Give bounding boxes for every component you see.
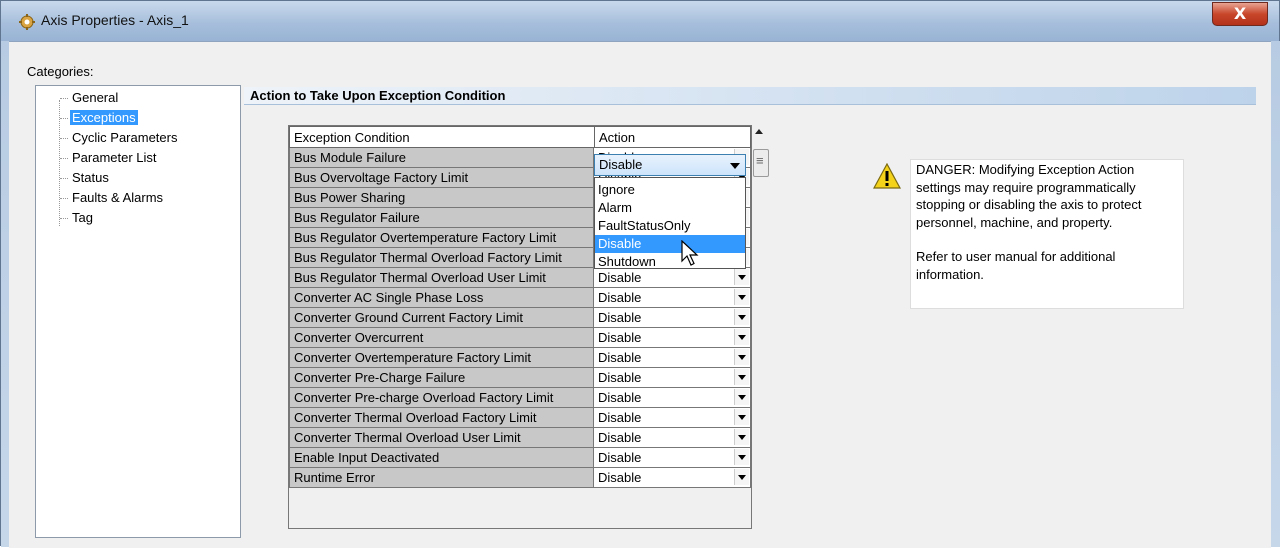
exception-condition-cell: Enable Input Deactivated [289,448,594,468]
chevron-down-icon[interactable] [734,269,749,285]
exception-condition-cell: Runtime Error [289,468,594,488]
exception-condition-cell: Bus Overvoltage Factory Limit [289,168,594,188]
axis-gear-icon [19,14,35,30]
action-select[interactable]: Disable [594,348,751,368]
exception-condition-cell: Converter Overtemperature Factory Limit [289,348,594,368]
chevron-down-icon[interactable] [730,163,740,169]
action-select-active[interactable]: Disable [594,154,746,176]
action-select[interactable]: Disable [594,308,751,328]
window-frame-left [1,41,9,547]
tree-item-tag[interactable]: Tag [60,209,95,227]
action-value: Disable [598,350,642,365]
chevron-down-icon[interactable] [734,449,749,465]
grid-scrollbar[interactable] [752,125,770,529]
action-value: Disable [598,470,642,485]
chevron-down-icon[interactable] [734,429,749,445]
table-row[interactable]: Runtime Error Disable [289,468,751,488]
action-select-value: Disable [599,157,643,172]
exception-condition-cell: Converter Thermal Overload User Limit [289,428,594,448]
action-select[interactable]: Disable [594,428,751,448]
action-select[interactable]: Disable [594,288,751,308]
tree-item-cyclic-parameters[interactable]: Cyclic Parameters [60,129,179,147]
chevron-down-icon[interactable] [734,389,749,405]
close-icon: X [1233,4,1247,23]
dropdown-option-alarm[interactable]: Alarm [595,199,745,217]
action-select[interactable]: Disable [594,388,751,408]
exception-condition-cell: Converter Pre-Charge Failure [289,368,594,388]
exception-condition-cell: Bus Regulator Overtemperature Factory Li… [289,228,594,248]
action-select[interactable]: Disable [594,448,751,468]
dropdown-option-faultstatusonly[interactable]: FaultStatusOnly [595,217,745,235]
scroll-thumb[interactable] [753,149,769,177]
action-select[interactable]: Disable [594,468,751,488]
exception-condition-cell: Converter Thermal Overload Factory Limit [289,408,594,428]
action-value: Disable [598,310,642,325]
chevron-down-icon[interactable] [734,309,749,325]
title-bar[interactable]: Axis Properties - Axis_1 X [1,1,1279,41]
table-row[interactable]: Bus Regulator Thermal Overload User Limi… [289,268,751,288]
table-row[interactable]: Converter Thermal Overload User Limit Dis… [289,428,751,448]
table-row[interactable]: Converter AC Single Phase Loss Disable [289,288,751,308]
section-header: Action to Take Upon Exception Condition [244,87,1256,105]
chevron-down-icon[interactable] [734,329,749,345]
chevron-down-icon[interactable] [734,369,749,385]
window-title: Axis Properties - Axis_1 [41,12,189,28]
action-value: Disable [598,430,642,445]
exception-condition-cell: Converter Overcurrent [289,328,594,348]
tree-item-exceptions[interactable]: Exceptions [60,109,138,127]
column-header-action[interactable]: Action [594,126,751,148]
table-row[interactable]: Converter Overcurrent Disable [289,328,751,348]
action-dropdown-list[interactable]: Ignore Alarm FaultStatusOnly Disable Shu… [594,177,746,269]
action-select[interactable]: Disable [594,268,751,288]
window-frame-right [1271,41,1280,547]
action-select[interactable]: Disable [594,368,751,388]
chevron-down-icon[interactable] [734,289,749,305]
action-value: Disable [598,290,642,305]
categories-tree[interactable]: General Exceptions Cyclic Parameters Par… [35,85,241,538]
tree-item-faults-alarms[interactable]: Faults & Alarms [60,189,165,207]
warning-message: DANGER: Modifying Exception Action setti… [916,161,1180,283]
action-select[interactable]: Disable [594,328,751,348]
grid-header: Exception Condition Action [289,126,751,148]
exception-condition-cell: Bus Power Sharing [289,188,594,208]
mouse-pointer-icon [681,240,699,266]
exception-condition-cell: Converter AC Single Phase Loss [289,288,594,308]
tree-item-parameter-list[interactable]: Parameter List [60,149,159,167]
warning-text-danger: DANGER: Modifying Exception Action setti… [916,162,1142,230]
categories-label: Categories: [27,64,94,79]
dropdown-option-ignore[interactable]: Ignore [595,181,745,199]
table-row[interactable]: Converter Overtemperature Factory Limit D… [289,348,751,368]
column-header-exception-condition[interactable]: Exception Condition [289,126,595,148]
action-value: Disable [598,370,642,385]
table-row[interactable]: Converter Pre-charge Overload Factory Li… [289,388,751,408]
tree-item-status[interactable]: Status [60,169,111,187]
exception-condition-cell: Bus Regulator Failure [289,208,594,228]
action-value: Disable [598,330,642,345]
exception-condition-cell: Bus Regulator Thermal Overload User Limi… [289,268,594,288]
scroll-up-arrow-icon[interactable] [755,129,763,134]
exception-condition-cell: Bus Regulator Thermal Overload Factory L… [289,248,594,268]
action-value: Disable [598,390,642,405]
chevron-down-icon[interactable] [734,469,749,485]
action-value: Disable [598,450,642,465]
tree-item-general[interactable]: General [60,89,120,107]
dropdown-option-shutdown[interactable]: Shutdown [595,253,745,271]
axis-properties-window: Axis Properties - Axis_1 X Categories: G… [0,0,1280,548]
action-select[interactable]: Disable [594,408,751,428]
chevron-down-icon[interactable] [734,349,749,365]
exception-condition-cell: Converter Ground Current Factory Limit [289,308,594,328]
table-row[interactable]: Enable Input Deactivated Disable [289,448,751,468]
dropdown-option-disable[interactable]: Disable [595,235,745,253]
close-button[interactable]: X [1212,2,1268,26]
table-row[interactable]: Converter Ground Current Factory Limit Di… [289,308,751,328]
warning-text-refer: Refer to user manual for additional info… [916,249,1116,282]
chevron-down-icon[interactable] [734,409,749,425]
table-row[interactable]: Converter Pre-Charge Failure Disable [289,368,751,388]
action-value: Disable [598,410,642,425]
table-row[interactable]: Converter Thermal Overload Factory Limit… [289,408,751,428]
exception-condition-cell: Converter Pre-charge Overload Factory Li… [289,388,594,408]
warning-triangle-icon [873,163,901,189]
exception-condition-cell: Bus Module Failure [289,148,594,168]
